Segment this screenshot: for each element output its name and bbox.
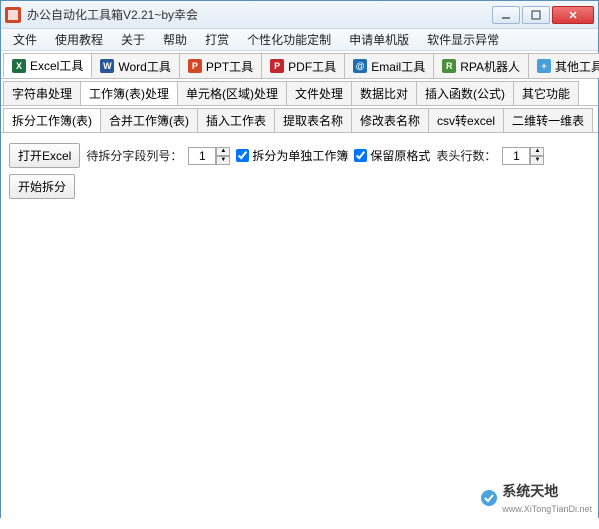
tab-pdf[interactable]: P PDF工具	[261, 53, 345, 78]
header-rows-label: 表头行数：	[436, 147, 496, 164]
menu-standalone[interactable]: 申请单机版	[341, 29, 417, 50]
titlebar: 办公自动化工具箱V2.21~by幸会	[1, 1, 598, 29]
rpa-icon: R	[442, 59, 456, 73]
ttab-insert[interactable]: 插入工作表	[197, 108, 275, 132]
main-tabs: X Excel工具 W Word工具 P PPT工具 P PDF工具 @ Ema…	[1, 51, 598, 79]
subtab-string[interactable]: 字符串处理	[3, 81, 81, 105]
branding-name: 系统天地	[502, 483, 558, 499]
minimize-button[interactable]	[492, 6, 520, 24]
close-button[interactable]	[552, 6, 594, 24]
tab-label: PPT工具	[206, 58, 253, 75]
open-excel-button[interactable]: 打开Excel	[9, 143, 80, 168]
split-standalone-input[interactable]	[236, 149, 249, 162]
ppt-icon: P	[188, 59, 202, 73]
tab-label: Excel工具	[30, 57, 83, 74]
tab-excel[interactable]: X Excel工具	[3, 53, 92, 78]
maximize-button[interactable]	[522, 6, 550, 24]
ttab-csv[interactable]: csv转excel	[428, 108, 504, 132]
pdf-icon: P	[270, 59, 284, 73]
excel-icon: X	[12, 59, 26, 73]
other-icon: +	[537, 59, 551, 73]
content-panel: 打开Excel 待拆分字段列号： ▲ ▼ 拆分为单独工作簿 保留原格式 表头行数…	[1, 133, 598, 209]
app-window: 办公自动化工具箱V2.21~by幸会 文件 使用教程 关于 帮助 打赏 个性化功…	[0, 0, 599, 518]
app-icon	[5, 7, 21, 23]
subtab-misc[interactable]: 其它功能	[513, 81, 579, 105]
subtab-workbook[interactable]: 工作簿(表)处理	[80, 81, 178, 105]
tab-label: Word工具	[118, 58, 170, 75]
menubar: 文件 使用教程 关于 帮助 打赏 个性化功能定制 申请单机版 软件显示异常	[1, 29, 598, 51]
start-split-button[interactable]: 开始拆分	[9, 174, 75, 199]
ttab-split[interactable]: 拆分工作簿(表)	[3, 108, 101, 132]
tab-word[interactable]: W Word工具	[91, 53, 179, 78]
ttab-merge[interactable]: 合并工作簿(表)	[100, 108, 198, 132]
ttab-rename[interactable]: 修改表名称	[351, 108, 429, 132]
subtab-compare[interactable]: 数据比对	[351, 81, 417, 105]
subtab-insertfn[interactable]: 插入函数(公式)	[416, 81, 514, 105]
tab-label: 其他工具	[555, 58, 599, 75]
ttab-extract[interactable]: 提取表名称	[274, 108, 352, 132]
third-tabs: 拆分工作簿(表) 合并工作簿(表) 插入工作表 提取表名称 修改表名称 csv转…	[1, 106, 598, 133]
branding-text: 系统天地 www.XiTongTianDi.net	[502, 481, 592, 515]
email-icon: @	[353, 59, 367, 73]
branding-logo-icon	[480, 489, 498, 507]
split-field-label: 待拆分字段列号：	[86, 147, 182, 164]
tab-label: Email工具	[371, 58, 425, 75]
window-title: 办公自动化工具箱V2.21~by幸会	[27, 6, 492, 23]
menu-about[interactable]: 关于	[113, 29, 153, 50]
ttab-pivot[interactable]: 二维转一维表	[503, 108, 593, 132]
tab-label: PDF工具	[288, 58, 336, 75]
spinner-up-icon[interactable]: ▲	[530, 147, 544, 156]
sub-tabs: 字符串处理 工作簿(表)处理 单元格(区域)处理 文件处理 数据比对 插入函数(…	[1, 79, 598, 106]
menu-donate[interactable]: 打赏	[197, 29, 237, 50]
split-field-spinner: ▲ ▼	[188, 147, 230, 165]
tab-label: RPA机器人	[460, 58, 520, 75]
menu-display-issue[interactable]: 软件显示异常	[419, 29, 507, 50]
tab-email[interactable]: @ Email工具	[344, 53, 434, 78]
branding: 系统天地 www.XiTongTianDi.net	[480, 481, 592, 515]
menu-customize[interactable]: 个性化功能定制	[239, 29, 339, 50]
subtab-file[interactable]: 文件处理	[286, 81, 352, 105]
menu-file[interactable]: 文件	[5, 29, 45, 50]
window-buttons	[492, 6, 594, 24]
split-standalone-checkbox[interactable]: 拆分为单独工作簿	[236, 147, 348, 164]
tab-ppt[interactable]: P PPT工具	[179, 53, 262, 78]
keep-format-input[interactable]	[354, 149, 367, 162]
menu-help[interactable]: 帮助	[155, 29, 195, 50]
tab-rpa[interactable]: R RPA机器人	[433, 53, 529, 78]
spinner-up-icon[interactable]: ▲	[216, 147, 230, 156]
tab-other[interactable]: + 其他工具	[528, 53, 599, 78]
keep-format-checkbox[interactable]: 保留原格式	[354, 147, 430, 164]
word-icon: W	[100, 59, 114, 73]
keep-format-label: 保留原格式	[370, 147, 430, 164]
header-rows-spinner: ▲ ▼	[502, 147, 544, 165]
header-rows-input[interactable]	[502, 147, 530, 165]
spinner-down-icon[interactable]: ▼	[216, 156, 230, 165]
branding-url: www.XiTongTianDi.net	[502, 504, 592, 514]
split-field-input[interactable]	[188, 147, 216, 165]
subtab-cell[interactable]: 单元格(区域)处理	[177, 81, 287, 105]
spinner-down-icon[interactable]: ▼	[530, 156, 544, 165]
menu-tutorial[interactable]: 使用教程	[47, 29, 111, 50]
split-standalone-label: 拆分为单独工作簿	[252, 147, 348, 164]
